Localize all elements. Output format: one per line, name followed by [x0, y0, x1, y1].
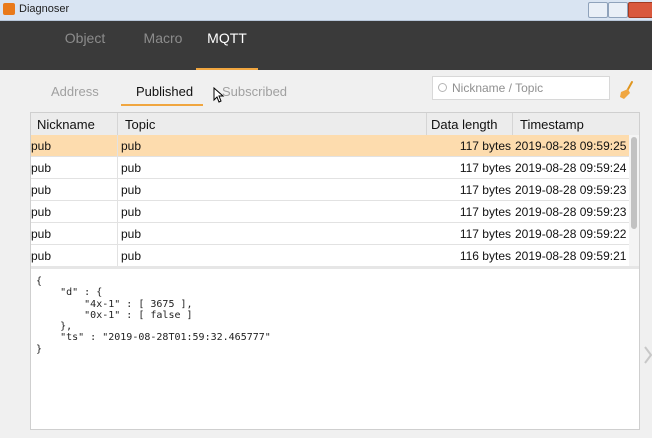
cell-data-length: 117 bytes — [459, 183, 511, 197]
column-header-topic[interactable]: Topic — [125, 117, 155, 132]
cell-data-length: 117 bytes — [459, 227, 511, 241]
header-divider — [117, 113, 118, 135]
column-divider — [117, 223, 118, 245]
subtab-address[interactable]: Address — [51, 84, 99, 99]
resize-handle-icon[interactable] — [644, 345, 652, 365]
column-header-nickname[interactable]: Nickname — [37, 117, 95, 132]
cell-topic: pub — [121, 227, 142, 241]
cell-timestamp: 2019-08-28 09:59:21 — [515, 249, 627, 263]
table-row[interactable]: pub pub 117 bytes 2019-08-28 09:59:24 — [31, 157, 629, 179]
cell-topic: pub — [121, 183, 142, 197]
cell-topic: pub — [121, 139, 142, 153]
cell-topic: pub — [121, 249, 142, 263]
cell-topic: pub — [121, 205, 142, 219]
subtab-subscribed[interactable]: Subscribed — [222, 84, 287, 99]
column-divider — [117, 201, 118, 223]
cell-timestamp: 2019-08-28 09:59:25 — [515, 139, 627, 153]
cell-timestamp: 2019-08-28 09:59:22 — [515, 227, 627, 241]
left-panel-edge — [0, 112, 30, 438]
scrollbar-thumb[interactable] — [631, 137, 637, 229]
cell-nickname: pub — [31, 139, 52, 153]
cell-nickname: pub — [31, 227, 52, 241]
window-title: Diagnoser — [19, 3, 70, 15]
cell-data-length: 117 bytes — [459, 161, 511, 175]
close-button[interactable] — [628, 2, 652, 18]
cell-data-length: 117 bytes — [459, 139, 511, 153]
right-panel-edge — [640, 112, 652, 438]
title-bar — [0, 0, 652, 21]
table-row[interactable]: pub pub 117 bytes 2019-08-28 09:59:22 — [31, 223, 629, 245]
tab-mqtt[interactable]: MQTT — [196, 24, 258, 52]
cell-nickname: pub — [31, 205, 52, 219]
table-row[interactable]: pub pub 116 bytes 2019-08-28 09:59:21 — [31, 245, 629, 267]
table-row[interactable]: pub pub 117 bytes 2019-08-28 09:59:23 — [31, 201, 629, 223]
cell-timestamp: 2019-08-28 09:59:23 — [515, 183, 627, 197]
header-divider — [512, 113, 513, 135]
tab-object[interactable]: Object — [52, 24, 118, 52]
minimize-button[interactable] — [588, 2, 608, 18]
column-header-timestamp[interactable]: Timestamp — [520, 117, 584, 132]
cell-data-length: 116 bytes — [459, 249, 511, 263]
tab-macro[interactable]: Macro — [130, 24, 196, 52]
table-row[interactable]: pub pub 117 bytes 2019-08-28 09:59:25 — [31, 135, 629, 157]
cell-nickname: pub — [31, 161, 52, 175]
column-divider — [117, 135, 118, 157]
cell-nickname: pub — [31, 249, 52, 263]
active-subtab-indicator — [121, 104, 203, 106]
maximize-button[interactable] — [608, 2, 628, 18]
column-header-data-length[interactable]: Data length — [431, 117, 498, 132]
search-icon — [438, 83, 447, 92]
search-input[interactable] — [452, 78, 606, 98]
cell-timestamp: 2019-08-28 09:59:23 — [515, 205, 627, 219]
cell-topic: pub — [121, 161, 142, 175]
splitter[interactable] — [31, 266, 639, 269]
bottom-panel-edge — [0, 430, 652, 438]
payload-viewer: { "d" : { "4x-1" : [ 3675 ], "0x-1" : [ … — [36, 276, 271, 355]
broom-icon[interactable] — [618, 80, 636, 100]
column-divider — [117, 179, 118, 201]
cell-data-length: 117 bytes — [459, 205, 511, 219]
header-divider — [426, 113, 427, 135]
app-icon — [3, 3, 15, 15]
table-row[interactable]: pub pub 117 bytes 2019-08-28 09:59:23 — [31, 179, 629, 201]
pointer-cursor-icon — [213, 87, 225, 103]
subtab-published[interactable]: Published — [136, 84, 193, 99]
column-divider — [117, 157, 118, 179]
column-divider — [117, 245, 118, 267]
cell-timestamp: 2019-08-28 09:59:24 — [515, 161, 627, 175]
cell-nickname: pub — [31, 183, 52, 197]
